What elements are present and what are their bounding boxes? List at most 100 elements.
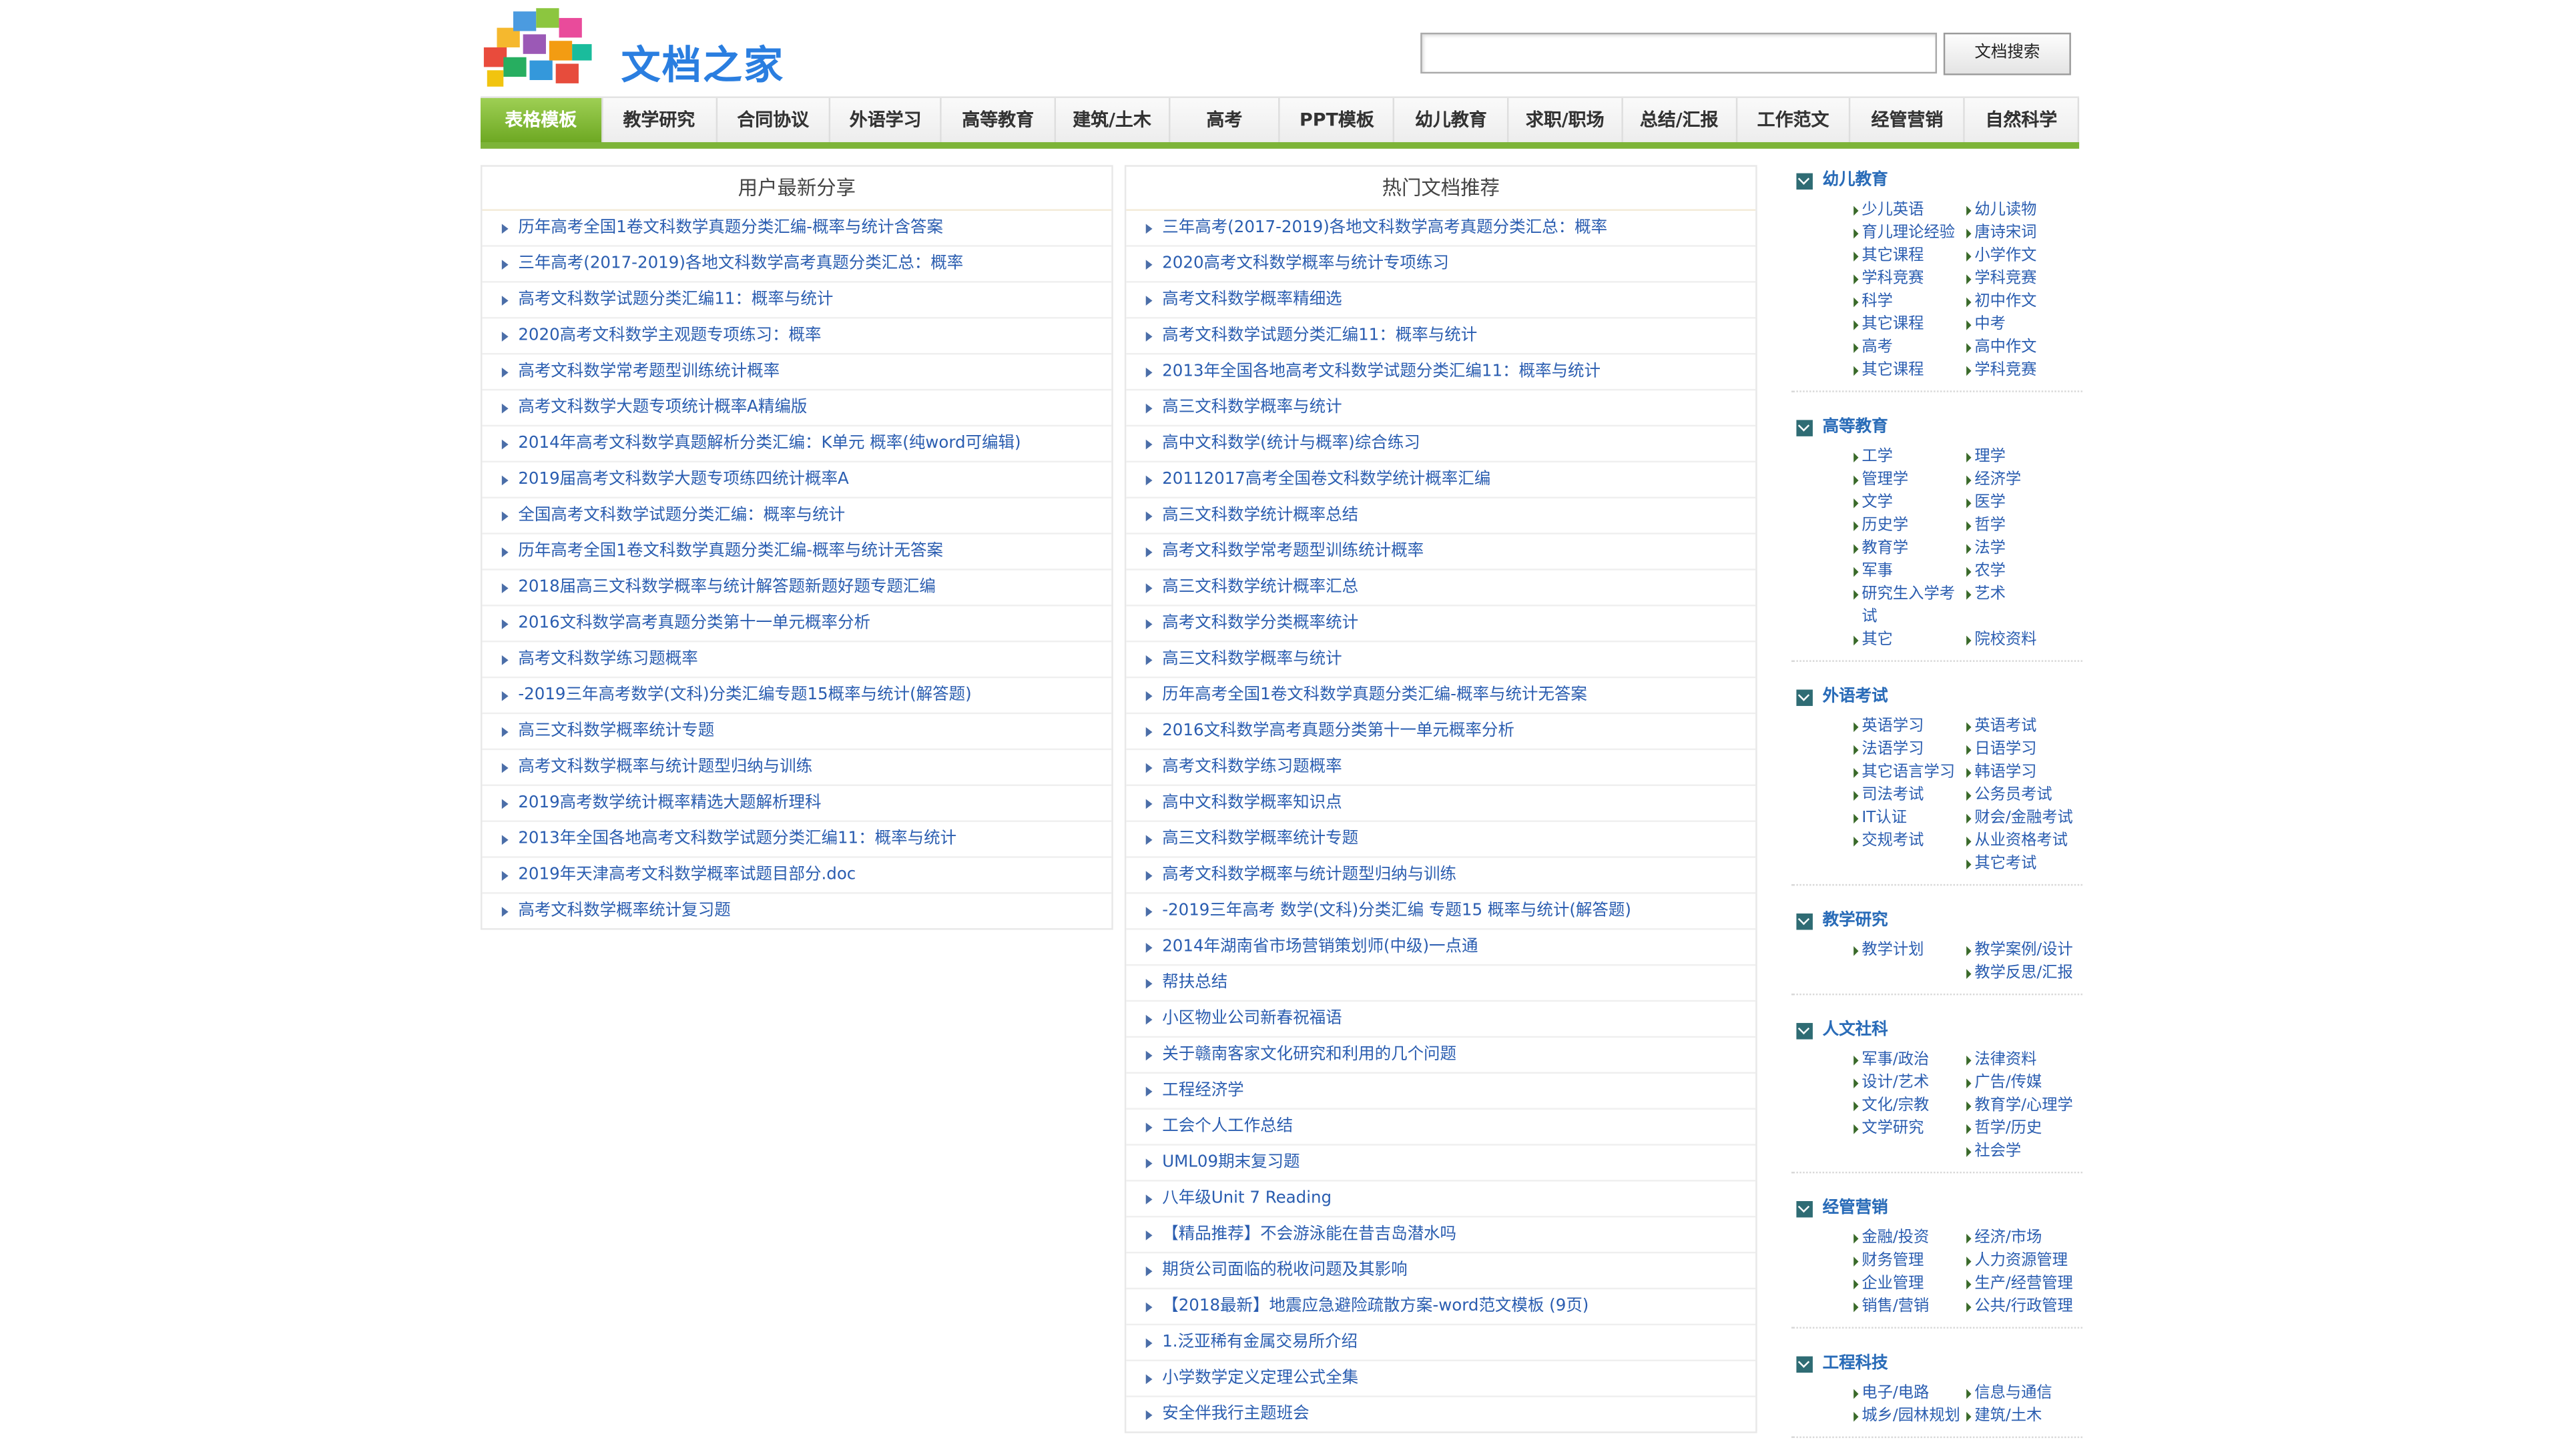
collapse-icon[interactable] <box>1796 689 1813 706</box>
subcategory-link[interactable]: 销售/营销 <box>1854 1296 1966 1319</box>
site-logo[interactable] <box>481 5 595 89</box>
doc-title[interactable]: 高考文科数学试题分类汇编11：概率与统计 <box>518 291 833 309</box>
doc-link[interactable]: 三年高考(2017-2019)各地文科数学高考真题分类汇总：概率 <box>482 245 1112 281</box>
nav-item[interactable]: 工作范文 <box>1737 97 1852 144</box>
doc-link[interactable]: 高三文科数学统计概率汇总 <box>1126 569 1756 605</box>
doc-link[interactable]: 2018届高三文科数学概率与统计解答题新题好题专题汇编 <box>482 569 1112 605</box>
subcategory-link[interactable]: 金融/投资 <box>1854 1227 1966 1250</box>
doc-title[interactable]: 高中文科数学概率知识点 <box>1162 794 1342 812</box>
doc-title[interactable]: 高三文科数学概率与统计 <box>1162 399 1342 417</box>
category-name[interactable]: 教学研究 <box>1823 912 1888 930</box>
subcategory-link[interactable]: 经济/市场 <box>1966 1227 2080 1250</box>
subcategory-link[interactable]: 日语学习 <box>1966 739 2080 761</box>
doc-title[interactable]: 安全伴我行主题班会 <box>1162 1405 1309 1423</box>
doc-link[interactable]: 历年高考全国1卷文科数学真题分类汇编-概率与统计无答案 <box>1126 676 1756 713</box>
doc-title[interactable]: 三年高考(2017-2019)各地文科数学高考真题分类汇总：概率 <box>518 255 963 273</box>
subcategory-link[interactable]: 公共/行政管理 <box>1966 1296 2080 1319</box>
doc-link[interactable]: 2019年天津高考文科数学概率试题目部分.doc <box>482 856 1112 892</box>
doc-title[interactable]: 高三文科数学统计概率汇总 <box>1162 579 1358 597</box>
doc-link[interactable]: 高考文科数学常考题型训练统计概率 <box>482 352 1112 389</box>
subcategory-link[interactable]: 幼儿读物 <box>1966 200 2080 222</box>
subcategory-link[interactable]: 教育学/心理学 <box>1966 1095 2080 1118</box>
subcategory-link[interactable]: 高考 <box>1854 336 1966 359</box>
doc-title[interactable]: 2020高考文科数学主观题专项练习：概率 <box>518 327 821 345</box>
nav-item[interactable]: 教学研究 <box>603 97 717 144</box>
doc-link[interactable]: 三年高考(2017-2019)各地文科数学高考真题分类汇总：概率 <box>1126 209 1756 245</box>
subcategory-link[interactable]: 文学 <box>1854 492 1966 514</box>
doc-title[interactable]: -2019三年高考数学(文科)分类汇编专题15概率与统计(解答题) <box>518 687 971 705</box>
subcategory-link[interactable]: 医学 <box>1966 492 2080 514</box>
doc-title[interactable]: 2016文科数学高考真题分类第十一单元概率分析 <box>1162 722 1514 740</box>
nav-item[interactable]: 求职/职场 <box>1509 97 1623 144</box>
doc-link[interactable]: 高三文科数学统计概率总结 <box>1126 496 1756 532</box>
nav-item[interactable]: 幼儿教育 <box>1395 97 1509 144</box>
doc-title[interactable]: 高考文科数学试题分类汇编11：概率与统计 <box>1162 327 1477 345</box>
doc-link[interactable]: 2016文科数学高考真题分类第十一单元概率分析 <box>1126 712 1756 749</box>
doc-title[interactable]: 20112017高考全国卷文科数学统计概率汇编 <box>1162 470 1490 488</box>
subcategory-link[interactable]: 广告/传媒 <box>1966 1072 2080 1095</box>
nav-item[interactable]: 高等教育 <box>942 97 1056 144</box>
category-heading[interactable]: 经管营销 <box>1791 1191 2082 1227</box>
doc-title[interactable]: 历年高考全国1卷文科数学真题分类汇编-概率与统计含答案 <box>518 219 943 237</box>
doc-link[interactable]: 高考文科数学试题分类汇编11：概率与统计 <box>1126 317 1756 353</box>
doc-title[interactable]: 八年级Unit 7 Reading <box>1162 1190 1332 1208</box>
subcategory-link[interactable]: 其它考试 <box>1966 853 2080 875</box>
doc-link[interactable]: 高考文科数学分类概率统计 <box>1126 605 1756 641</box>
subcategory-link[interactable]: 法学 <box>1966 538 2080 561</box>
doc-link[interactable]: 高考文科数学概率精细选 <box>1126 281 1756 317</box>
doc-title[interactable]: 高考文科数学概率与统计题型归纳与训练 <box>1162 866 1456 884</box>
doc-title[interactable]: 高中文科数学(统计与概率)综合练习 <box>1162 434 1420 452</box>
doc-title[interactable]: 高考文科数学常考题型训练统计概率 <box>1162 542 1424 561</box>
doc-title[interactable]: 2019年天津高考文科数学概率试题目部分.doc <box>518 866 856 884</box>
subcategory-link[interactable]: 财务管理 <box>1854 1250 1966 1272</box>
doc-link[interactable]: 20112017高考全国卷文科数学统计概率汇编 <box>1126 460 1756 497</box>
doc-title[interactable]: 高考文科数学分类概率统计 <box>1162 615 1358 633</box>
doc-link[interactable]: 安全伴我行主题班会 <box>1126 1395 1756 1431</box>
doc-link[interactable]: 高三文科数学概率统计专题 <box>482 712 1112 749</box>
search-button[interactable]: 文档搜索 <box>1943 32 2071 75</box>
subcategory-link[interactable]: 城乡/园林规划 <box>1854 1405 1966 1428</box>
doc-title[interactable]: 高考文科数学大题专项统计概率A精编版 <box>518 399 807 417</box>
collapse-icon[interactable] <box>1796 1356 1813 1373</box>
subcategory-link[interactable]: 财会/金融考试 <box>1966 807 2080 830</box>
subcategory-link[interactable]: 哲学 <box>1966 514 2080 537</box>
doc-link[interactable]: 高中文科数学概率知识点 <box>1126 784 1756 821</box>
subcategory-link[interactable]: 管理学 <box>1854 469 1966 492</box>
site-title[interactable]: 文档之家 <box>621 33 785 90</box>
doc-link[interactable]: 【精品推荐】不会游泳能在昔吉岛潜水吗 <box>1126 1216 1756 1252</box>
doc-title[interactable]: 2016文科数学高考真题分类第十一单元概率分析 <box>518 615 870 633</box>
doc-title[interactable]: -2019三年高考 数学(文科)分类汇编 专题15 概率与统计(解答题) <box>1162 902 1631 920</box>
doc-title[interactable]: 工程经济学 <box>1162 1082 1243 1100</box>
collapse-icon[interactable] <box>1796 420 1813 436</box>
doc-link[interactable]: 高考文科数学试题分类汇编11：概率与统计 <box>482 281 1112 317</box>
subcategory-link[interactable]: 小学作文 <box>1966 245 2080 268</box>
category-name[interactable]: 幼儿教育 <box>1823 171 1888 190</box>
doc-link[interactable]: 历年高考全国1卷文科数学真题分类汇编-概率与统计含答案 <box>482 209 1112 245</box>
doc-link[interactable]: 高三文科数学概率统计专题 <box>1126 820 1756 856</box>
doc-link[interactable]: 高三文科数学概率与统计 <box>1126 641 1756 677</box>
nav-item[interactable]: 自然科学 <box>1965 97 2079 144</box>
doc-link[interactable]: 帮扶总结 <box>1126 964 1756 1000</box>
doc-link[interactable]: 期货公司面临的税收问题及其影响 <box>1126 1251 1756 1288</box>
collapse-icon[interactable] <box>1796 173 1813 190</box>
subcategory-link[interactable]: 理学 <box>1966 446 2080 469</box>
subcategory-link[interactable]: 教育学 <box>1854 538 1966 561</box>
doc-title[interactable]: 关于赣南客家文化研究和利用的几个问题 <box>1162 1046 1456 1064</box>
subcategory-link[interactable]: 艺术 <box>1966 583 2080 629</box>
category-heading[interactable]: 教学研究 <box>1791 903 2082 940</box>
doc-title[interactable]: 全国高考文科数学试题分类汇编：概率与统计 <box>518 506 845 524</box>
doc-link[interactable]: 小学数学定义定理公式全集 <box>1126 1359 1756 1396</box>
subcategory-link[interactable]: 教学案例/设计 <box>1966 940 2080 962</box>
doc-title[interactable]: 期货公司面临的税收问题及其影响 <box>1162 1262 1407 1280</box>
doc-title[interactable]: 小区物业公司新春祝福语 <box>1162 1010 1342 1028</box>
nav-item[interactable]: 经管营销 <box>1851 97 1966 144</box>
subcategory-link[interactable]: 信息与通信 <box>1966 1383 2080 1405</box>
doc-title[interactable]: 高考文科数学练习题概率 <box>1162 758 1342 776</box>
subcategory-link[interactable]: 文学研究 <box>1854 1118 1966 1140</box>
nav-item[interactable]: 高考 <box>1170 97 1281 144</box>
subcategory-link[interactable]: 设计/艺术 <box>1854 1072 1966 1095</box>
doc-link[interactable]: 高考文科数学常考题型训练统计概率 <box>1126 532 1756 569</box>
subcategory-link[interactable]: 法语学习 <box>1854 739 1966 761</box>
doc-link[interactable]: 全国高考文科数学试题分类汇编：概率与统计 <box>482 496 1112 532</box>
doc-title[interactable]: 2019届高考文科数学大题专项练四统计概率A <box>518 470 848 488</box>
